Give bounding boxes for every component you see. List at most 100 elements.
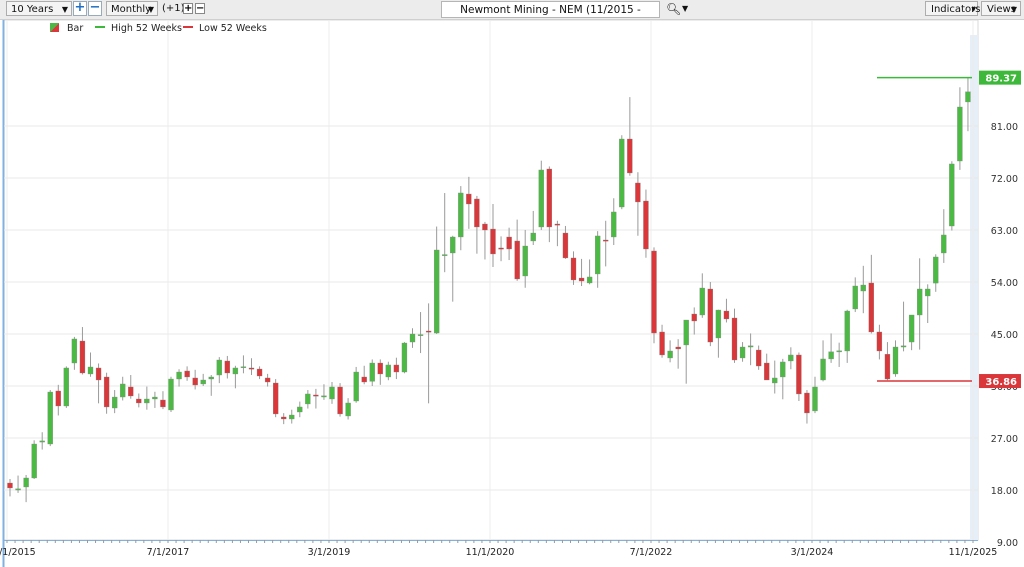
candle-body	[313, 394, 319, 397]
candle-body	[289, 414, 295, 420]
interval-select[interactable]: Monthly ▼	[106, 1, 158, 16]
candle-body	[63, 367, 69, 407]
views-button[interactable]: Views ▼	[981, 1, 1021, 16]
zoom-in-button[interactable]: +	[73, 1, 87, 16]
candle-body	[667, 350, 673, 359]
candle-body	[635, 182, 641, 203]
candlestick-chart: 9.0018.0027.0036.0045.0054.0063.0072.008…	[0, 20, 1021, 567]
candle-body	[232, 367, 239, 375]
candle-body	[739, 346, 746, 359]
candle-body	[160, 399, 166, 408]
candle-body	[103, 376, 110, 408]
candle	[619, 135, 625, 210]
caret-down-icon: ▼	[1010, 5, 1017, 14]
x-tick-label: 7/1/2022	[630, 547, 673, 558]
candle-body	[941, 234, 947, 254]
candle-body	[409, 333, 416, 343]
offset-minus-button[interactable]: −	[195, 3, 205, 14]
candle-body	[264, 377, 271, 383]
candle-body	[321, 395, 327, 398]
candle-body	[369, 362, 375, 382]
candle-body	[844, 310, 850, 352]
candle-body	[345, 402, 351, 417]
candle-body	[731, 317, 738, 361]
minus-icon: −	[196, 3, 205, 14]
legend-label: Bar	[67, 23, 84, 34]
candle-body	[586, 276, 593, 284]
candle-body	[417, 334, 424, 336]
search-icon[interactable]: 🔍︎	[666, 2, 681, 16]
candle-body	[651, 250, 657, 334]
y-tick-label: 27.00	[991, 434, 1018, 445]
low-52-weeks-label: 36.86	[985, 377, 1017, 388]
candle-body	[224, 360, 231, 374]
candle-body	[554, 223, 561, 226]
legend-item-bar: Bar	[50, 23, 83, 34]
candle-body	[47, 391, 53, 445]
candle-body	[860, 284, 866, 292]
x-tick-label: 3/1/2024	[791, 547, 834, 558]
candle-body	[128, 386, 134, 397]
interval-value: Monthly	[111, 4, 152, 15]
candle-body	[23, 477, 29, 488]
x-tick-label: 11/1/2015	[0, 547, 36, 558]
candle	[707, 282, 713, 347]
candle-body	[55, 390, 61, 407]
candle-body	[530, 232, 536, 242]
candle-body	[200, 379, 206, 385]
candle-body	[71, 338, 78, 364]
candle	[337, 383, 343, 417]
candle	[63, 366, 69, 408]
candle-body	[917, 288, 923, 316]
legend-item-low: Low 52 Weeks	[183, 23, 267, 34]
line-swatch-icon	[183, 26, 193, 28]
candle-body	[908, 314, 915, 343]
x-tick-label: 7/1/2017	[147, 547, 190, 558]
candle-body	[87, 366, 94, 375]
caret-down-icon: ▼	[147, 5, 154, 14]
candle-body	[546, 168, 552, 228]
symbol-title-field[interactable]: Newmont Mining - NEM (11/2015 - 10/2025)	[441, 1, 660, 33]
candle-body	[490, 228, 496, 255]
candle-body	[184, 370, 190, 378]
legend-label: High 52 Weeks	[111, 23, 182, 34]
x-tick-label: 11/1/2025	[949, 547, 998, 558]
y-tick-label: 63.00	[991, 226, 1018, 237]
candle-body	[39, 440, 45, 443]
caret-down-icon[interactable]: ▼	[682, 4, 688, 13]
candle	[353, 366, 359, 403]
candle-body	[699, 287, 705, 316]
candle-body	[772, 377, 778, 384]
candle	[651, 247, 657, 344]
zoom-out-button[interactable]: −	[88, 1, 102, 16]
toolbar: 10 Years ▼ + − Monthly ▼ (+1) + − Newmont …	[0, 0, 1024, 33]
candle-body	[136, 398, 142, 404]
candle-body	[570, 257, 577, 281]
candle-body	[707, 288, 713, 343]
candle-body	[31, 443, 37, 479]
x-tick-label: 3/1/2019	[308, 547, 351, 558]
candle-body	[168, 378, 174, 411]
candle-body	[796, 354, 802, 395]
candle-body	[828, 351, 834, 360]
candle	[272, 379, 279, 418]
candle-body	[329, 386, 335, 400]
indicators-button[interactable]: Indicators ▼	[925, 1, 980, 16]
candle-body	[522, 245, 528, 277]
candle-body	[836, 350, 842, 353]
plus-icon: +	[74, 0, 86, 15]
period-select[interactable]: 10 Years ▼	[6, 1, 72, 16]
candle-body	[820, 358, 826, 381]
candle-body	[281, 416, 287, 420]
offset-plus-button[interactable]: +	[183, 3, 193, 14]
candle-body	[514, 240, 520, 280]
candle-body	[933, 256, 939, 284]
candle-body	[15, 488, 21, 491]
candle-body	[562, 232, 569, 259]
candle-body	[208, 376, 214, 380]
candle-body	[659, 331, 665, 356]
y-tick-label: 18.00	[991, 486, 1018, 497]
caret-down-icon: ▼	[971, 6, 976, 13]
candle-body	[764, 362, 770, 381]
candle-body	[852, 285, 858, 310]
